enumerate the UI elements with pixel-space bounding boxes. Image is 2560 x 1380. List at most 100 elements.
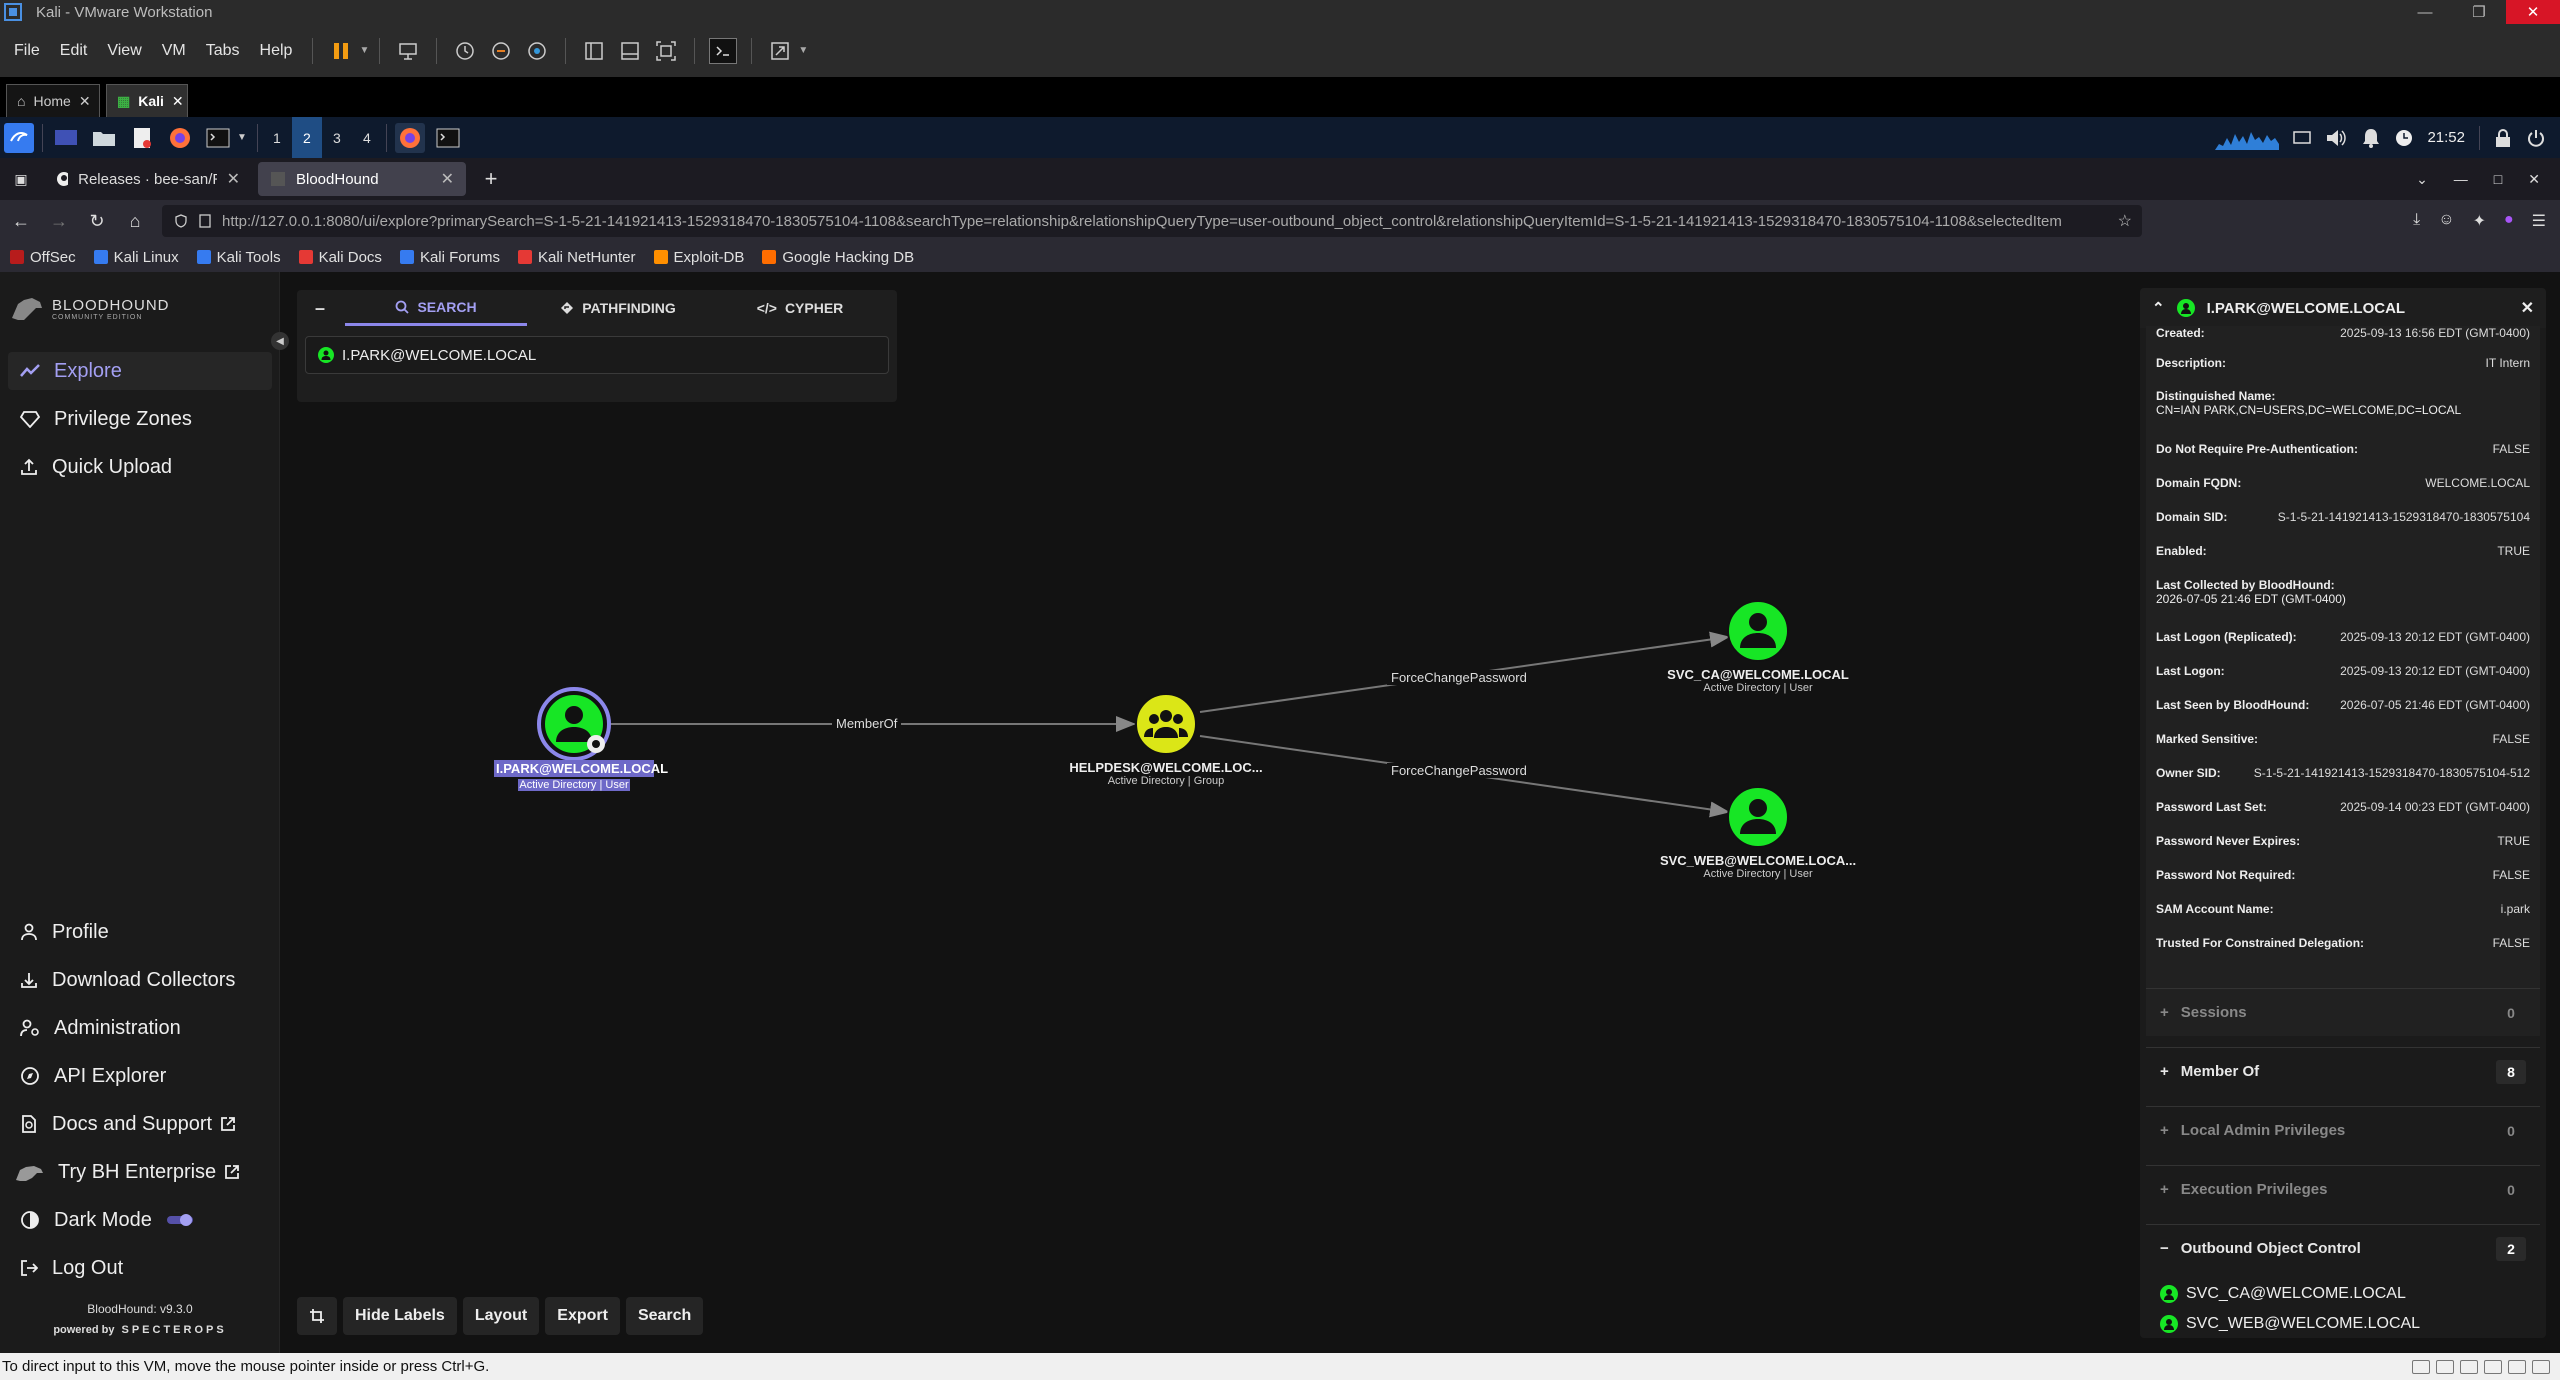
text-editor-icon[interactable]	[127, 123, 157, 153]
bookmark-kali-docs[interactable]: Kali Docs	[298, 249, 382, 266]
close-tab-icon[interactable]: ✕	[227, 169, 240, 189]
workspace-3[interactable]: 3	[322, 117, 352, 158]
tab-kali[interactable]: ▦ Kali ✕	[106, 84, 188, 117]
nav-try-bh-enterprise[interactable]: Try BH Enterprise	[8, 1153, 272, 1191]
chevron-down-icon[interactable]: ▼	[237, 132, 247, 143]
stretch-icon[interactable]	[766, 38, 794, 64]
shield-icon[interactable]	[174, 214, 188, 228]
nav-privilege-zones[interactable]: Privilege Zones	[8, 400, 272, 438]
bookmark-exploit-db[interactable]: Exploit-DB	[653, 249, 744, 266]
nav-administration[interactable]: Administration	[8, 1009, 272, 1047]
menu-file[interactable]: File	[4, 42, 50, 60]
file-manager-icon[interactable]	[89, 123, 119, 153]
bloodhound-logo[interactable]: BLOODHOUND COMMUNITY EDITION	[10, 294, 170, 324]
url-bar[interactable]: http://127.0.0.1:8080/ui/explore?primary…	[162, 205, 2142, 237]
firefox-window-icon[interactable]	[394, 122, 425, 153]
hide-labels-button[interactable]: Hide Labels	[343, 1297, 457, 1335]
nav-explore[interactable]: Explore	[8, 352, 272, 390]
forward-icon[interactable]: →	[42, 204, 76, 238]
nav-log-out[interactable]: Log Out	[8, 1249, 272, 1287]
snapshot-icon[interactable]	[451, 38, 479, 64]
menu-tabs[interactable]: Tabs	[196, 42, 250, 60]
clock-time[interactable]: 21:52	[2427, 129, 2465, 146]
bookmark-offsec[interactable]: OffSec	[10, 249, 76, 266]
section-local-admin[interactable]: + Local Admin Privileges 0	[2146, 1106, 2540, 1154]
terminal-window-icon[interactable]	[433, 123, 463, 153]
nav-quick-upload[interactable]: Quick Upload	[8, 448, 272, 486]
home-icon[interactable]: ⌂	[118, 204, 152, 238]
workspace-2[interactable]: 2	[291, 117, 322, 158]
bookmark-kali-nethunter[interactable]: Kali NetHunter	[517, 249, 636, 266]
close-icon[interactable]: ✕	[79, 93, 91, 110]
tab-list-icon[interactable]: ▣	[4, 162, 38, 196]
minimize-icon[interactable]: —	[2454, 171, 2468, 188]
section-execution-privileges[interactable]: + Execution Privileges 0	[2146, 1165, 2540, 1213]
display-status-icon[interactable]	[2508, 1359, 2526, 1374]
console-view-icon[interactable]	[709, 37, 738, 64]
menu-icon[interactable]: ☰	[2532, 211, 2546, 231]
library-icon[interactable]	[580, 38, 608, 64]
thumbnail-icon[interactable]	[616, 38, 644, 64]
fullscreen-icon[interactable]	[652, 38, 680, 64]
show-desktop-icon[interactable]	[51, 123, 81, 153]
node-i-park[interactable]	[537, 687, 611, 761]
bookmark-kali-linux[interactable]: Kali Linux	[93, 249, 179, 266]
close-icon[interactable]: ✕	[172, 93, 184, 110]
lock-icon[interactable]	[2494, 128, 2512, 148]
node-label-svc-web[interactable]: SVC_WEB@WELCOME.LOCA... Active Directory…	[1658, 853, 1858, 880]
section-outbound-object-control[interactable]: − Outbound Object Control 2	[2146, 1224, 2540, 1272]
nav-api-explorer[interactable]: API Explorer	[8, 1057, 272, 1095]
nav-download-collectors[interactable]: Download Collectors	[8, 961, 272, 999]
message-icon[interactable]	[2532, 1359, 2550, 1374]
tab-home[interactable]: ⌂ Home ✕	[6, 84, 100, 117]
section-member-of[interactable]: + Member Of 8	[2146, 1047, 2540, 1095]
collapse-panel-icon[interactable]: ⌃	[2152, 299, 2165, 317]
close-panel-icon[interactable]: ✕	[2521, 298, 2534, 318]
revert-snapshot-icon[interactable]	[487, 38, 515, 64]
restore-icon[interactable]: ❐	[2452, 0, 2506, 24]
crop-icon[interactable]	[297, 1297, 337, 1335]
page-info-icon[interactable]	[198, 214, 212, 228]
maximize-icon[interactable]: □	[2494, 171, 2502, 188]
tab-bloodhound[interactable]: BloodHound ✕	[258, 162, 466, 196]
menu-view[interactable]: View	[97, 42, 151, 60]
dark-mode-toggle[interactable]	[166, 1213, 194, 1227]
graph-canvas[interactable]	[280, 272, 2130, 1332]
close-icon[interactable]: ✕	[2528, 171, 2540, 188]
display-icon[interactable]	[2293, 130, 2312, 146]
workspace-1[interactable]: 1	[262, 117, 292, 158]
reload-icon[interactable]: ↻	[80, 204, 114, 238]
network-icon[interactable]	[2436, 1359, 2454, 1374]
menu-help[interactable]: Help	[250, 42, 303, 60]
snapshot-manager-icon[interactable]	[523, 38, 551, 64]
volume-icon[interactable]	[2325, 128, 2347, 148]
extension-badge-icon[interactable]: ●	[2504, 211, 2514, 231]
node-svc-web[interactable]	[1727, 786, 1789, 848]
outbound-item-svc-web[interactable]: SVC_WEB@WELCOME.LOCAL	[2160, 1315, 2420, 1333]
list-all-tabs-icon[interactable]: ⌄	[2416, 171, 2428, 188]
menu-edit[interactable]: Edit	[50, 42, 98, 60]
graph-search-button[interactable]: Search	[625, 1297, 704, 1335]
nav-dark-mode[interactable]: Dark Mode	[8, 1201, 272, 1239]
bookmark-kali-forums[interactable]: Kali Forums	[399, 249, 500, 266]
bookmark-ghdb[interactable]: Google Hacking DB	[762, 249, 914, 266]
bookmark-kali-tools[interactable]: Kali Tools	[196, 249, 281, 266]
nav-docs-and-support[interactable]: Docs and Support	[8, 1105, 272, 1143]
layout-button[interactable]: Layout	[462, 1297, 540, 1335]
usb-icon[interactable]	[2460, 1359, 2478, 1374]
close-tab-icon[interactable]: ✕	[441, 169, 454, 189]
node-label-helpdesk[interactable]: HELPDESK@WELCOME.LOC... Active Directory…	[1066, 760, 1266, 787]
power-icon[interactable]	[2526, 128, 2546, 148]
kali-menu-icon[interactable]	[4, 122, 34, 153]
node-label-i-park[interactable]: I.PARK@WELCOME.LOCAL Active Directory | …	[494, 760, 668, 791]
nav-profile[interactable]: Profile	[8, 913, 272, 951]
tab-releases[interactable]: Releases · bee-san/RustSc ✕	[44, 162, 252, 196]
section-sessions[interactable]: + Sessions 0	[2146, 988, 2540, 1036]
node-svc-ca[interactable]	[1727, 600, 1789, 662]
chevron-down-icon[interactable]: ▼	[359, 45, 369, 56]
outbound-item-svc-ca[interactable]: SVC_CA@WELCOME.LOCAL	[2160, 1285, 2406, 1303]
close-window-icon[interactable]: ✕	[2506, 0, 2560, 24]
pause-icon[interactable]	[327, 38, 355, 64]
notification-bell-icon[interactable]	[2361, 127, 2381, 149]
hdd-icon[interactable]	[2412, 1359, 2430, 1374]
